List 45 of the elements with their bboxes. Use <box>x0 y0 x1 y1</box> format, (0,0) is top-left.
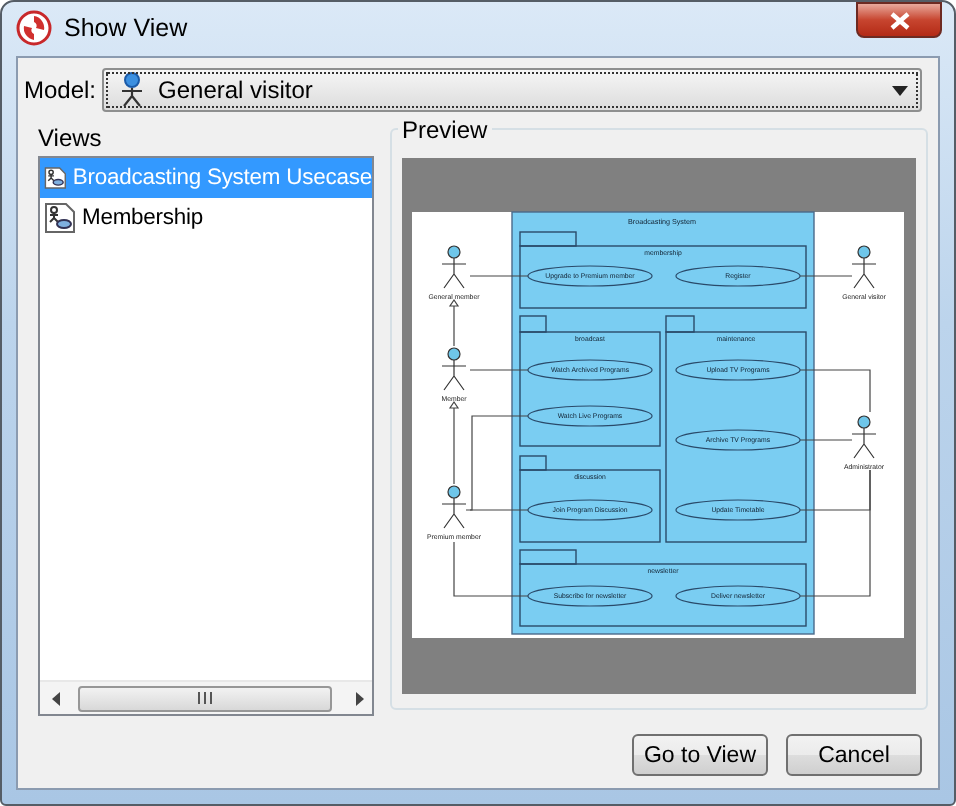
use-case-ellipse <box>675 429 801 451</box>
dialog-button[interactable]: Go to View <box>632 734 768 776</box>
diagram-icon <box>44 202 76 234</box>
close-icon <box>889 11 909 29</box>
window-title: Show View <box>64 14 190 42</box>
scroll-left-icon <box>52 691 60 705</box>
use-case-ellipse <box>675 265 801 287</box>
model-label: Model: <box>24 76 97 104</box>
use-case-ellipse <box>527 265 653 287</box>
association-line <box>799 439 853 441</box>
use-case-ellipse <box>675 499 801 521</box>
actor-figure <box>441 485 467 529</box>
use-case-ellipse <box>675 585 801 607</box>
actor-figure <box>851 415 877 459</box>
use-case-ellipse <box>527 359 653 381</box>
actor-figure <box>441 347 467 391</box>
horizontal-scrollbar[interactable] <box>40 680 372 714</box>
package-frame <box>519 455 661 543</box>
grip-icon <box>198 692 212 704</box>
package-frame <box>519 315 661 447</box>
use-case-ellipse <box>527 405 653 427</box>
diagram-icon <box>44 162 67 194</box>
generalization-arrow <box>448 298 460 347</box>
use-case-ellipse <box>527 585 653 607</box>
use-case-ellipse <box>527 499 653 521</box>
close-button[interactable] <box>856 2 942 38</box>
caret-icon <box>892 85 908 95</box>
association-line <box>799 275 853 277</box>
dialog-button[interactable]: Cancel <box>786 734 922 776</box>
actor-figure <box>851 245 877 289</box>
scroll-right-icon <box>356 691 364 705</box>
generalization-arrow <box>448 400 460 485</box>
actor-icon <box>118 72 147 108</box>
actor-figure <box>441 245 467 289</box>
app-logo-icon <box>16 10 52 46</box>
association-line <box>469 369 529 371</box>
association-line <box>469 275 529 277</box>
view-item[interactable]: Membership <box>40 198 372 238</box>
scrollbar-thumb[interactable] <box>78 685 332 711</box>
model-dropdown[interactable]: General visitor <box>102 68 922 112</box>
views-label: Views <box>38 124 104 156</box>
preview-label: Preview <box>398 116 492 144</box>
association-line <box>453 541 529 597</box>
use-case-ellipse <box>675 359 801 381</box>
association-line <box>799 369 871 413</box>
